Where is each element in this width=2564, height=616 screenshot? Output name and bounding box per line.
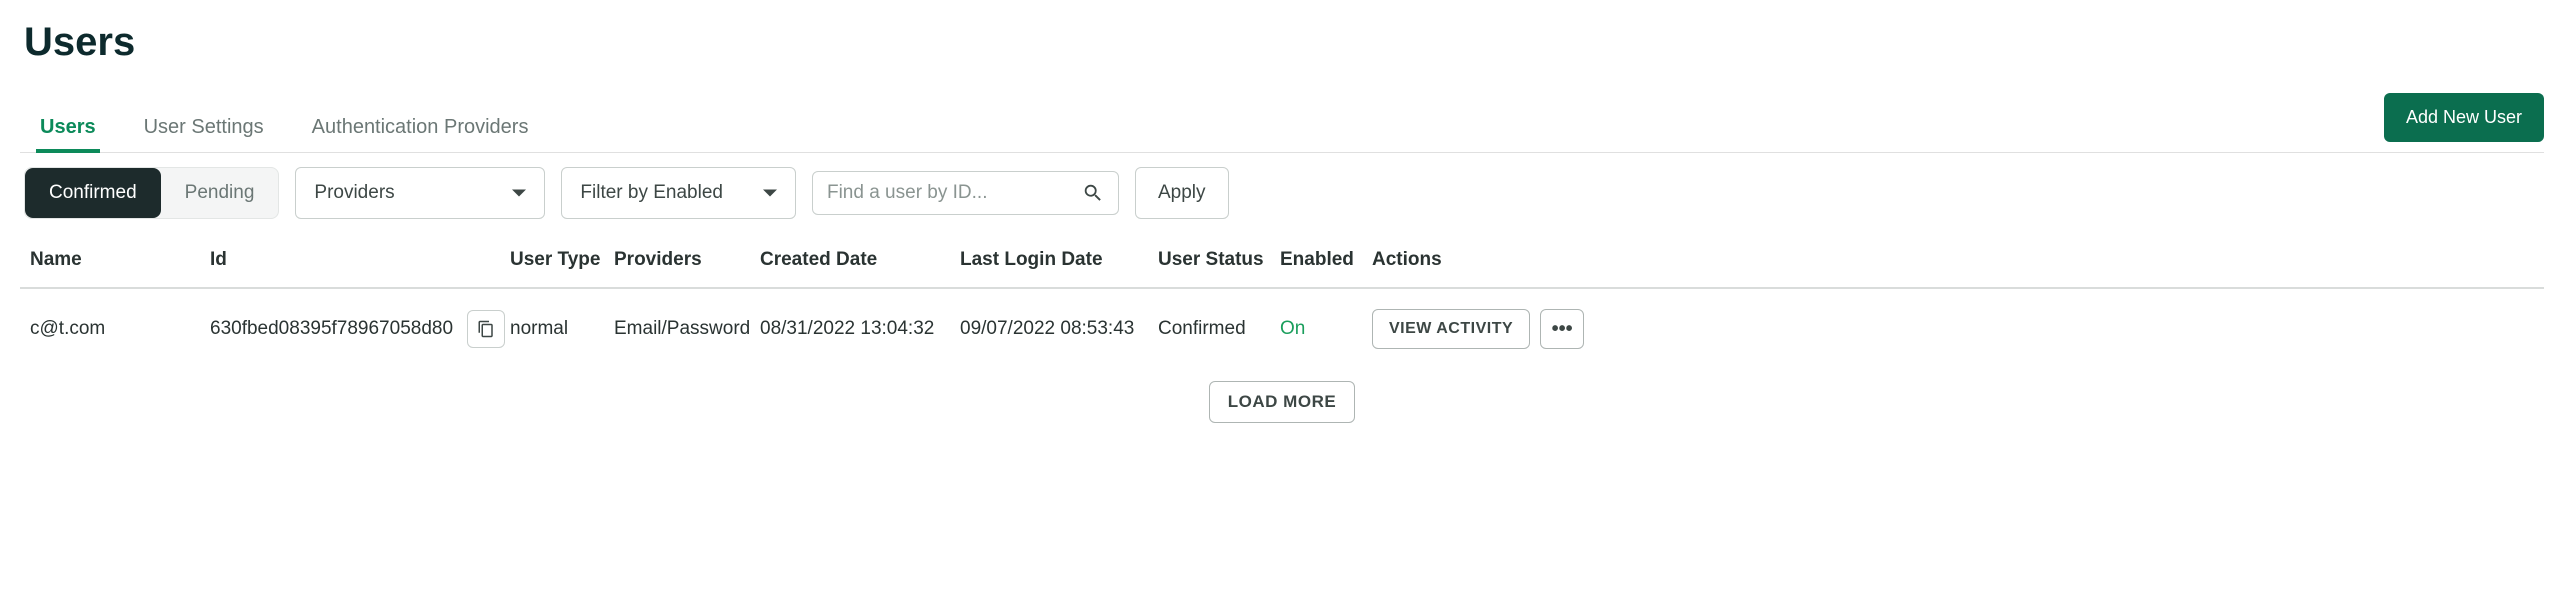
cell-user-status: Confirmed <box>1158 318 1280 340</box>
cell-user-type: normal <box>510 318 614 340</box>
cell-enabled: On <box>1280 318 1372 340</box>
header-actions: Actions <box>1372 249 2534 271</box>
load-more-button[interactable]: LOAD MORE <box>1209 381 1355 423</box>
segmented-confirmed[interactable]: Confirmed <box>25 168 161 218</box>
tab-user-settings[interactable]: User Settings <box>140 106 268 153</box>
cell-actions: VIEW ACTIVITY ••• <box>1372 309 2534 349</box>
header-enabled: Enabled <box>1280 249 1372 271</box>
chevron-down-icon <box>512 186 526 200</box>
cell-last-login: 09/07/2022 08:53:43 <box>960 318 1158 340</box>
search-input[interactable] <box>827 182 1072 204</box>
more-actions-button[interactable]: ••• <box>1540 309 1584 349</box>
tabs: Users User Settings Authentication Provi… <box>36 106 532 152</box>
header-last-login: Last Login Date <box>960 249 1158 271</box>
table-header-row: Name Id User Type Providers Created Date… <box>20 233 2544 289</box>
header-id: Id <box>210 249 510 271</box>
header-user-status: User Status <box>1158 249 1280 271</box>
header-name: Name <box>30 249 210 271</box>
cell-name: c@t.com <box>30 318 210 340</box>
search-box <box>812 171 1119 215</box>
cell-providers: Email/Password <box>614 318 760 340</box>
enabled-filter-label: Filter by Enabled <box>580 182 723 204</box>
tab-auth-providers[interactable]: Authentication Providers <box>308 106 533 153</box>
providers-dropdown[interactable]: Providers <box>295 167 545 219</box>
status-segmented-control: Confirmed Pending <box>24 167 279 219</box>
providers-dropdown-label: Providers <box>314 182 394 204</box>
header-user-type: User Type <box>510 249 614 271</box>
chevron-down-icon <box>763 186 777 200</box>
apply-button[interactable]: Apply <box>1135 167 1229 219</box>
tab-users[interactable]: Users <box>36 106 100 153</box>
cell-created-date: 08/31/2022 13:04:32 <box>760 318 960 340</box>
copy-id-button[interactable] <box>467 310 505 348</box>
cell-id: 630fbed08395f78967058d80 <box>210 310 510 348</box>
add-new-user-button[interactable]: Add New User <box>2384 93 2544 142</box>
header-row: Users User Settings Authentication Provi… <box>20 93 2544 153</box>
view-activity-button[interactable]: VIEW ACTIVITY <box>1372 309 1530 349</box>
page-title: Users <box>24 20 2544 65</box>
header-providers: Providers <box>614 249 760 271</box>
more-icon: ••• <box>1552 318 1573 341</box>
header-created-date: Created Date <box>760 249 960 271</box>
cell-id-text: 630fbed08395f78967058d80 <box>210 318 453 340</box>
copy-icon <box>477 320 495 338</box>
filter-bar: Confirmed Pending Providers Filter by En… <box>20 153 2544 233</box>
enabled-filter-dropdown[interactable]: Filter by Enabled <box>561 167 796 219</box>
segmented-pending[interactable]: Pending <box>161 168 279 218</box>
table-row: c@t.com 630fbed08395f78967058d80 normal … <box>20 289 2544 369</box>
search-icon[interactable] <box>1082 182 1104 204</box>
users-table: Name Id User Type Providers Created Date… <box>20 233 2544 369</box>
